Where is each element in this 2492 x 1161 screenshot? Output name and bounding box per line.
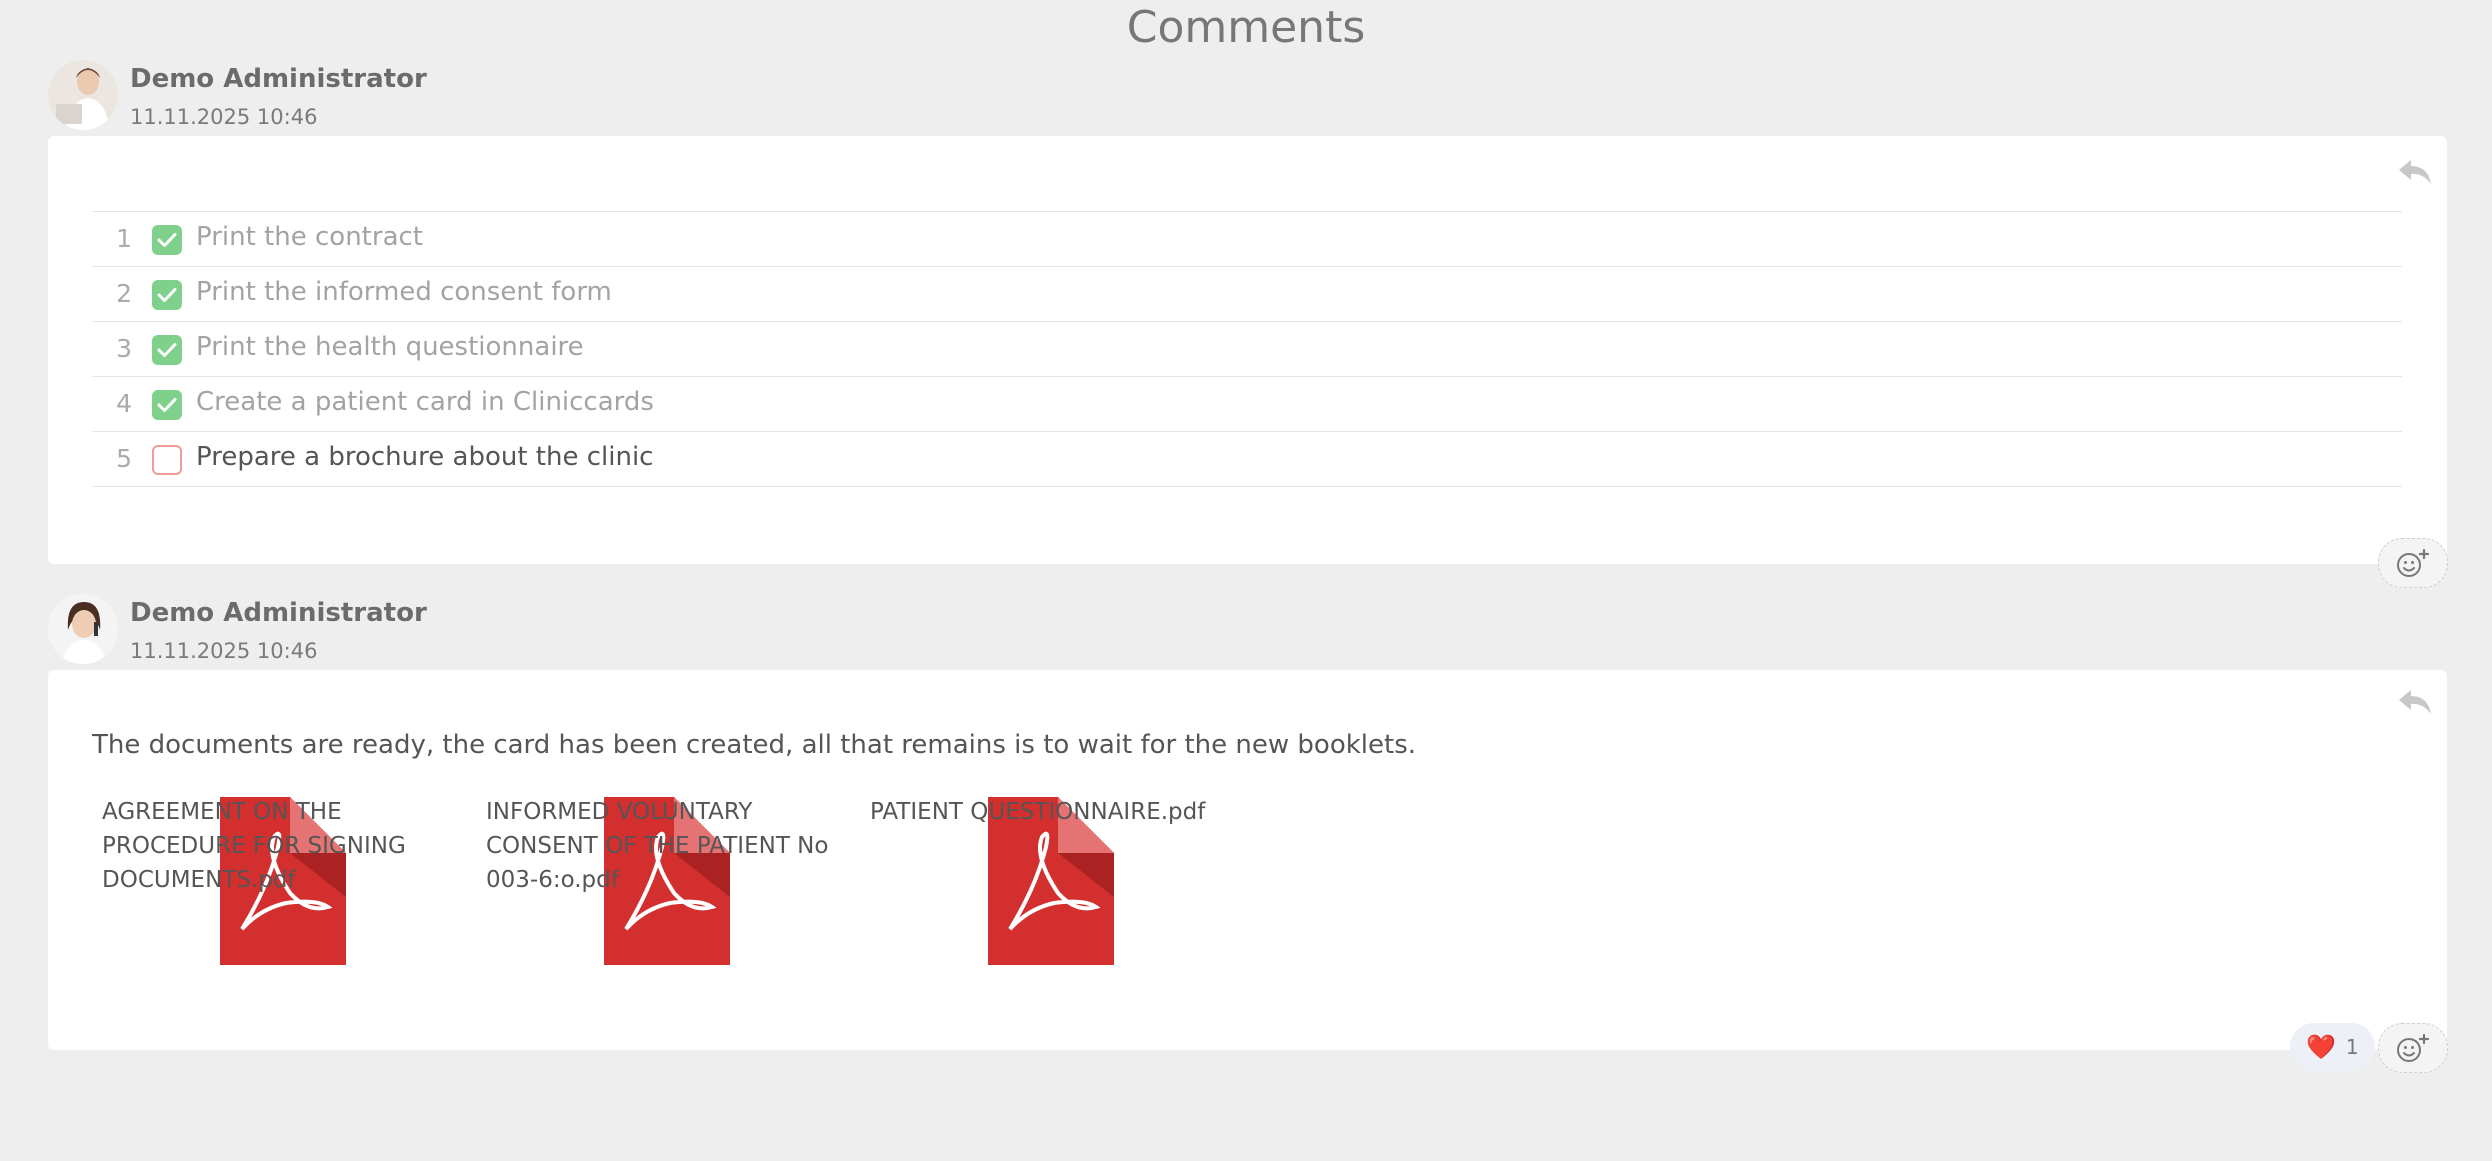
heart-emoji: ❤️ xyxy=(2306,1033,2336,1061)
add-reaction-icon xyxy=(2397,1033,2430,1062)
checklist-item-text: Print the informed consent form xyxy=(196,277,612,307)
comment-date: 11.11.2025 10:46 xyxy=(130,105,318,129)
comment-date: 11.11.2025 10:46 xyxy=(130,639,318,663)
avatar xyxy=(48,594,118,664)
item-number: 2 xyxy=(116,279,132,308)
item-number: 5 xyxy=(116,444,132,473)
attachment-name: PATIENT QUESTIONNAIRE.pdf xyxy=(870,799,1206,825)
checklist-row: 1 Print the contract xyxy=(92,211,2402,266)
checkbox-checked[interactable] xyxy=(152,225,182,255)
item-number: 4 xyxy=(116,389,132,418)
checkbox-checked[interactable] xyxy=(152,280,182,310)
checklist-row: 5 Prepare a brochure about the clinic xyxy=(92,431,2402,487)
checklist-item-text: Create a patient card in Cliniccards xyxy=(196,387,654,417)
checklist: 1 Print the contract 2 Print the informe… xyxy=(92,211,2402,487)
add-reaction-icon xyxy=(2397,548,2430,577)
reaction-heart[interactable]: ❤️ 1 xyxy=(2290,1023,2375,1071)
checklist-item-text: Print the contract xyxy=(196,222,423,252)
attachment-name: AGREEMENT ON THE PROCEDURE FOR SIGNING D… xyxy=(102,799,406,893)
page-title: Comments xyxy=(1126,2,1366,53)
checkbox-checked[interactable] xyxy=(152,335,182,365)
comment-card: The documents are ready, the card has be… xyxy=(48,670,2447,1050)
checklist-row: 4 Create a patient card in Cliniccards xyxy=(92,376,2402,431)
checklist-item-text: Print the health questionnaire xyxy=(196,332,584,362)
checkbox-unchecked[interactable] xyxy=(152,445,182,475)
checkbox-checked[interactable] xyxy=(152,390,182,420)
comment-author: Demo Administrator xyxy=(130,598,427,628)
reply-icon[interactable] xyxy=(2395,684,2435,720)
reply-icon[interactable] xyxy=(2395,154,2435,190)
add-reaction-button[interactable] xyxy=(2378,1023,2448,1073)
attachment[interactable]: AGREEMENT ON THE PROCEDURE FOR SIGNING D… xyxy=(92,795,472,995)
comment-author: Demo Administrator xyxy=(130,64,427,94)
avatar xyxy=(48,60,118,130)
item-number: 1 xyxy=(116,224,132,253)
reaction-count: 1 xyxy=(2345,1035,2359,1059)
comment-card: 1 Print the contract 2 Print the informe… xyxy=(48,136,2447,564)
attachment[interactable]: INFORMED VOLUNTARY CONSENT OF THE PATIEN… xyxy=(476,795,856,995)
checklist-row: 2 Print the informed consent form xyxy=(92,266,2402,321)
attachment[interactable]: PATIENT QUESTIONNAIRE.pdf xyxy=(860,795,1240,995)
item-number: 3 xyxy=(116,334,132,363)
attachment-name: INFORMED VOLUNTARY CONSENT OF THE PATIEN… xyxy=(486,799,829,893)
add-reaction-button[interactable] xyxy=(2378,538,2448,588)
checklist-row: 3 Print the health questionnaire xyxy=(92,321,2402,376)
checklist-item-text: Prepare a brochure about the clinic xyxy=(196,442,654,472)
comment-text: The documents are ready, the card has be… xyxy=(92,730,1417,760)
